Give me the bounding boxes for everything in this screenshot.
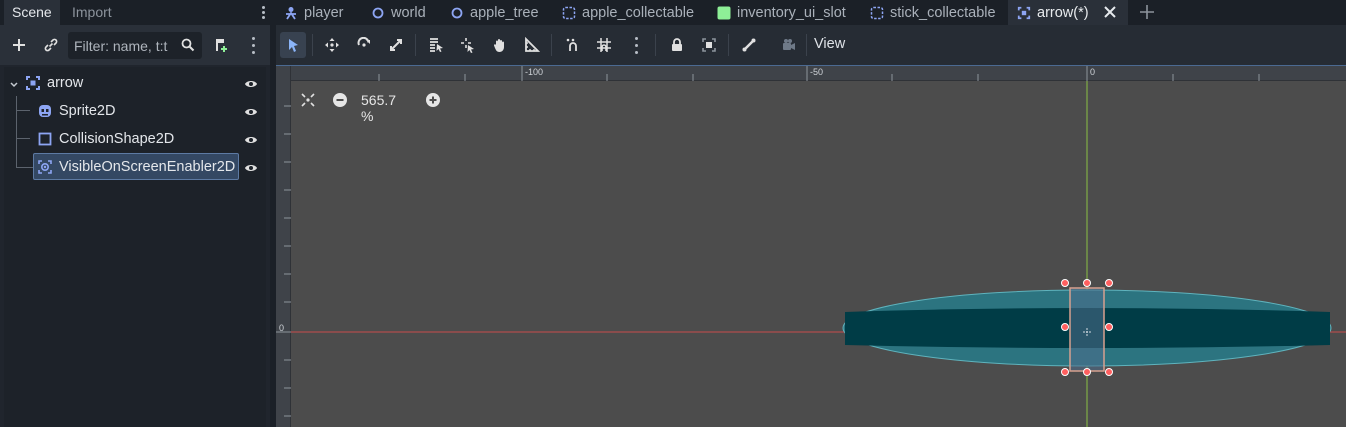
search-icon xyxy=(180,37,196,56)
canvas-viewport[interactable]: -100 -50 0 0 565.7 % xyxy=(276,65,1346,427)
resize-handle xyxy=(1061,368,1069,376)
smart-snap-icon[interactable] xyxy=(560,32,586,58)
group-icon[interactable] xyxy=(696,32,722,58)
area-icon xyxy=(870,6,884,20)
lock-icon[interactable] xyxy=(664,32,690,58)
ruler-label: -50 xyxy=(810,67,824,77)
sprite-icon xyxy=(37,103,53,119)
visibility-eye-icon[interactable] xyxy=(244,77,258,89)
resize-handle xyxy=(1105,323,1113,331)
tree-row-sprite2d[interactable]: Sprite2D xyxy=(4,97,266,125)
tab-import[interactable]: Import xyxy=(64,0,120,25)
character-icon xyxy=(284,6,298,20)
resize-handle xyxy=(1061,279,1069,287)
list-select-icon[interactable] xyxy=(423,32,449,58)
add-tab-icon[interactable] xyxy=(1139,4,1155,23)
canvas-toolbar: View xyxy=(276,25,1346,65)
dock-menu-icon[interactable] xyxy=(258,4,268,22)
scene-dock: Scene Import Filter: name, t:t arrow Spr… xyxy=(0,0,270,427)
close-icon[interactable] xyxy=(1103,5,1117,23)
tree-row-arrow[interactable]: arrow xyxy=(4,69,266,97)
resize-handle xyxy=(1105,279,1113,287)
tab-label: apple_collectable xyxy=(582,4,695,21)
add-node-icon[interactable] xyxy=(6,32,32,58)
pan-mode-icon[interactable] xyxy=(487,32,513,58)
tab-label: stick_collectable xyxy=(890,4,996,21)
area-icon xyxy=(562,6,576,20)
separator xyxy=(551,34,552,56)
tab-label: arrow(*) xyxy=(1037,4,1089,21)
ruler-mode-icon[interactable] xyxy=(519,32,545,58)
visibility-eye-icon[interactable] xyxy=(244,105,258,117)
select-mode-icon[interactable] xyxy=(280,32,306,58)
chevron-down-icon[interactable] xyxy=(9,77,19,93)
tab-apple-tree[interactable]: apple_tree xyxy=(450,0,550,25)
node2d-icon xyxy=(25,75,41,91)
zoom-in-icon[interactable] xyxy=(425,92,441,111)
node-circle-icon xyxy=(450,6,464,20)
zoom-reset-icon[interactable] xyxy=(300,92,316,111)
tree-label: VisibleOnScreenEnabler2D xyxy=(59,159,236,175)
separator xyxy=(728,34,729,56)
visibility-eye-icon[interactable] xyxy=(244,133,258,145)
separator xyxy=(415,34,416,56)
ruler-label: 0 xyxy=(279,323,285,333)
tree-label: Sprite2D xyxy=(59,103,116,119)
collision-shape-icon xyxy=(37,131,53,147)
camera-override-icon[interactable] xyxy=(776,32,802,58)
ruler-label: -100 xyxy=(525,67,544,77)
separator xyxy=(655,34,656,56)
tab-arrow[interactable]: arrow(*) xyxy=(1008,0,1128,25)
tab-label: world xyxy=(391,4,426,21)
node2d-icon xyxy=(1017,6,1031,20)
scale-mode-icon[interactable] xyxy=(383,32,409,58)
zoom-level-label[interactable]: 565.7 % xyxy=(361,92,396,124)
tab-stick-collectable[interactable]: stick_collectable xyxy=(870,0,1000,25)
node-circle-icon xyxy=(371,6,385,20)
ruler-horizontal[interactable]: -100 -50 0 xyxy=(276,66,1346,81)
attach-script-icon[interactable] xyxy=(208,32,234,58)
skeleton-bone-icon[interactable] xyxy=(736,32,762,58)
resize-handle xyxy=(1105,368,1113,376)
tab-scene[interactable]: Scene xyxy=(4,0,60,25)
grid-snap-icon[interactable] xyxy=(591,32,617,58)
visibility-eye-icon[interactable] xyxy=(244,161,258,173)
tab-apple-collectable[interactable]: apple_collectable xyxy=(562,0,702,25)
view-menu-button[interactable]: View xyxy=(814,36,845,52)
pivot-mode-icon[interactable] xyxy=(455,32,481,58)
instance-scene-icon[interactable] xyxy=(38,32,64,58)
separator xyxy=(312,34,313,56)
tree-row-visibleonscreenenabler2d[interactable]: VisibleOnScreenEnabler2D xyxy=(4,153,266,181)
ruler-vertical[interactable]: 0 xyxy=(276,66,291,427)
move-mode-icon[interactable] xyxy=(319,32,345,58)
scene-toolbar xyxy=(0,25,270,65)
filter-input[interactable] xyxy=(74,32,178,59)
rotate-mode-icon[interactable] xyxy=(351,32,377,58)
resize-handle xyxy=(1083,279,1091,287)
tab-player[interactable]: player xyxy=(284,0,364,25)
tab-label: inventory_ui_slot xyxy=(737,4,846,21)
tab-label: apple_tree xyxy=(470,4,539,21)
tab-inventory-ui-slot[interactable]: inventory_ui_slot xyxy=(717,0,857,25)
separator xyxy=(806,34,807,56)
ruler-label: 0 xyxy=(1090,67,1096,77)
tab-label: player xyxy=(304,4,344,21)
resize-handle xyxy=(1061,323,1069,331)
tab-world[interactable]: world xyxy=(371,0,441,25)
snap-options-icon[interactable] xyxy=(623,32,649,58)
scene-menu-icon[interactable] xyxy=(240,32,266,58)
tree-label: arrow xyxy=(47,75,84,91)
filter-field[interactable] xyxy=(68,32,202,59)
dock-tab-bar: Scene Import xyxy=(0,0,270,25)
visible-enabler-icon xyxy=(37,159,53,175)
control-icon xyxy=(717,6,731,20)
tree-row-collisionshape2d[interactable]: CollisionShape2D xyxy=(4,125,266,153)
scene-tab-bar: player world apple_tree apple_collectabl… xyxy=(276,0,1346,25)
resize-handle xyxy=(1083,368,1091,376)
scene-tree: arrow Sprite2D CollisionShape2D VisibleO… xyxy=(4,67,266,427)
tree-label: CollisionShape2D xyxy=(59,131,175,147)
zoom-out-icon[interactable] xyxy=(332,92,348,111)
ruler-ticks xyxy=(276,105,291,417)
canvas-drawing xyxy=(276,66,1346,427)
